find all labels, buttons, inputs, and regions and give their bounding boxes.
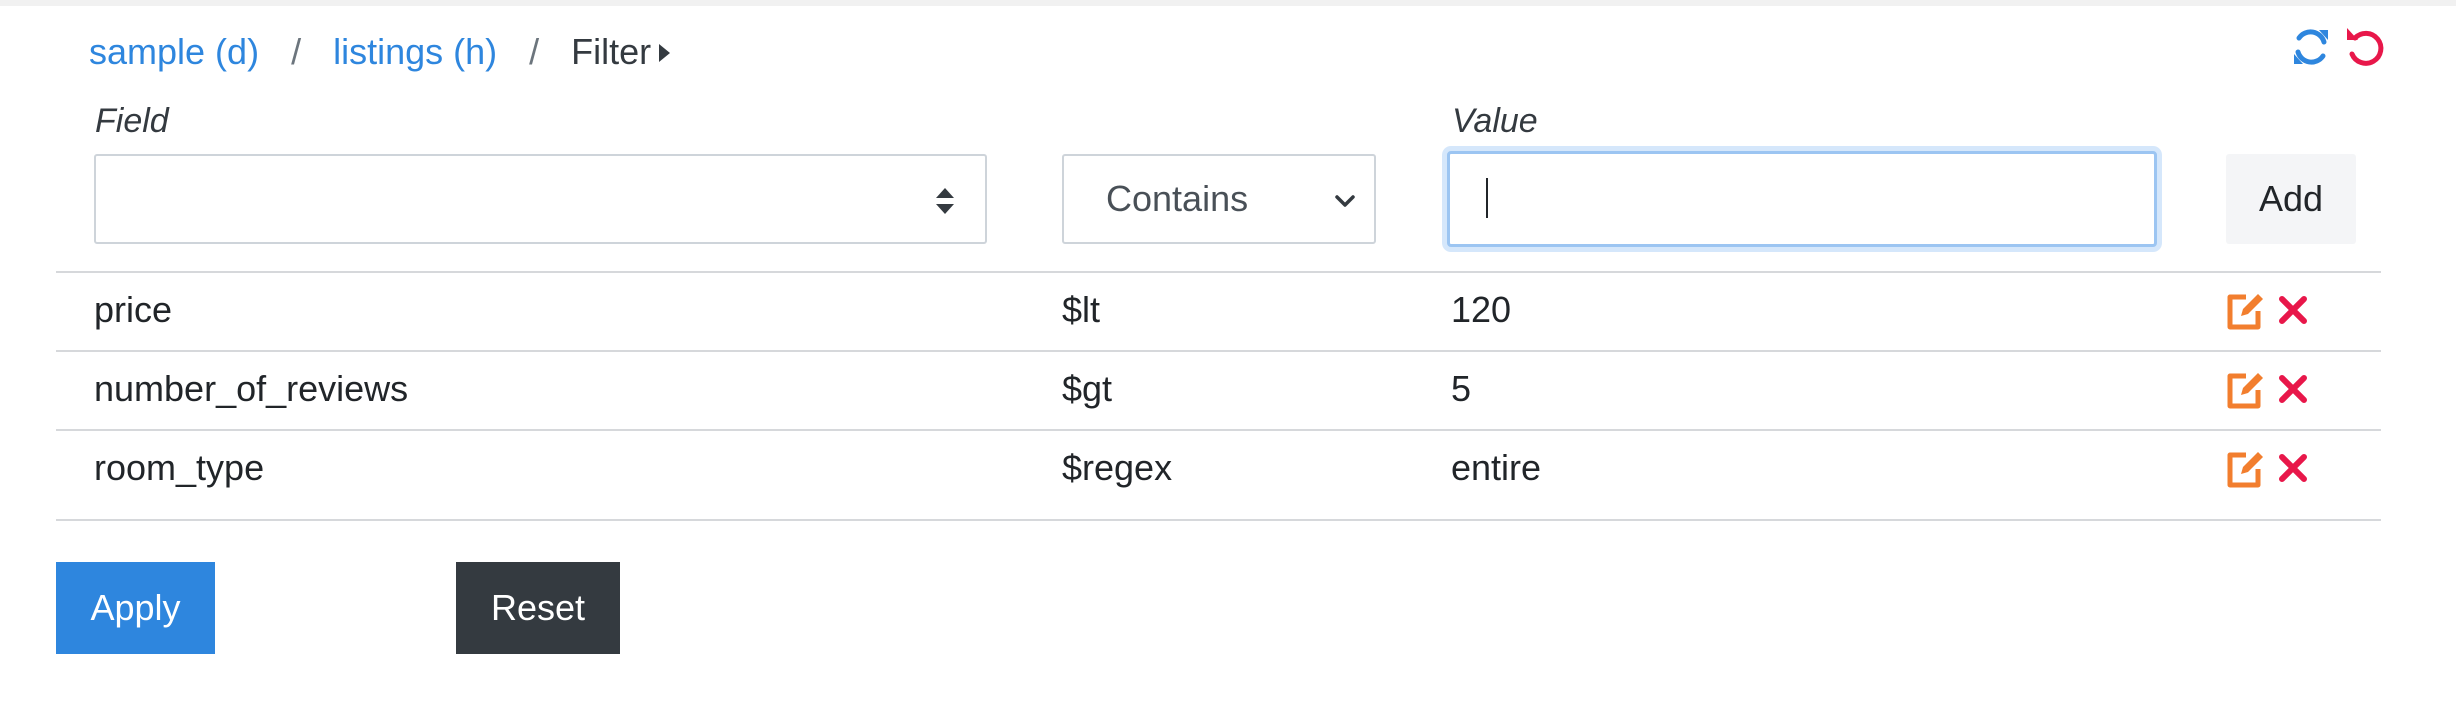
filter-row: room_type $regex entire	[56, 430, 2381, 506]
add-button[interactable]: Add	[2226, 154, 2356, 244]
filter-operator: $lt	[1062, 289, 1101, 330]
delete-icon[interactable]	[2272, 289, 2314, 331]
breadcrumb-separator: /	[529, 31, 540, 72]
caret-right-icon	[659, 44, 671, 62]
value-input-wrapper	[1447, 151, 2157, 247]
reset-button[interactable]: Reset	[456, 562, 620, 654]
undo-icon[interactable]	[2344, 24, 2386, 70]
filter-operator: $gt	[1062, 368, 1113, 409]
field-label: Field	[95, 102, 169, 140]
field-select[interactable]	[94, 154, 987, 244]
edit-icon[interactable]	[2224, 447, 2266, 489]
filter-row-actions	[2224, 430, 2314, 506]
operator-select[interactable]: Contains	[1062, 154, 1376, 244]
breadcrumb-current[interactable]: Filter	[571, 31, 671, 73]
edit-icon[interactable]	[2224, 289, 2266, 331]
filter-field: price	[94, 289, 173, 330]
filter-value: 120	[1451, 289, 1512, 330]
breadcrumb-separator: /	[291, 31, 302, 72]
apply-button[interactable]: Apply	[56, 562, 215, 654]
filter-row: price $lt 120	[56, 272, 2381, 348]
table-bottom-divider	[56, 519, 2381, 521]
breadcrumb-current-label: Filter	[571, 31, 652, 72]
top-border	[0, 0, 2456, 6]
value-input[interactable]	[1450, 154, 2154, 244]
delete-icon[interactable]	[2272, 447, 2314, 489]
filter-operator: $regex	[1062, 447, 1173, 488]
edit-icon[interactable]	[2224, 368, 2266, 410]
refresh-icon[interactable]	[2290, 24, 2332, 70]
filter-value: 5	[1451, 368, 1472, 409]
filter-row: number_of_reviews $gt 5	[56, 351, 2381, 427]
filter-value: entire	[1451, 447, 1542, 488]
operator-select-value: Contains	[1106, 178, 1249, 219]
breadcrumb-collection-link[interactable]: listings (h)	[333, 31, 497, 73]
filter-row-actions	[2224, 351, 2314, 427]
breadcrumb-database-link[interactable]: sample (d)	[89, 31, 259, 73]
toolbar-icons	[2290, 24, 2386, 70]
filter-field: room_type	[94, 447, 265, 488]
sort-updown-icon	[936, 188, 954, 214]
text-cursor	[1486, 178, 1488, 218]
breadcrumb: sample (d) / listings (h) / Filter	[89, 28, 671, 76]
delete-icon[interactable]	[2272, 368, 2314, 410]
value-label: Value	[1452, 102, 1538, 140]
filter-field: number_of_reviews	[94, 368, 409, 409]
chevron-down-icon	[1335, 195, 1355, 207]
filter-row-actions	[2224, 272, 2314, 348]
